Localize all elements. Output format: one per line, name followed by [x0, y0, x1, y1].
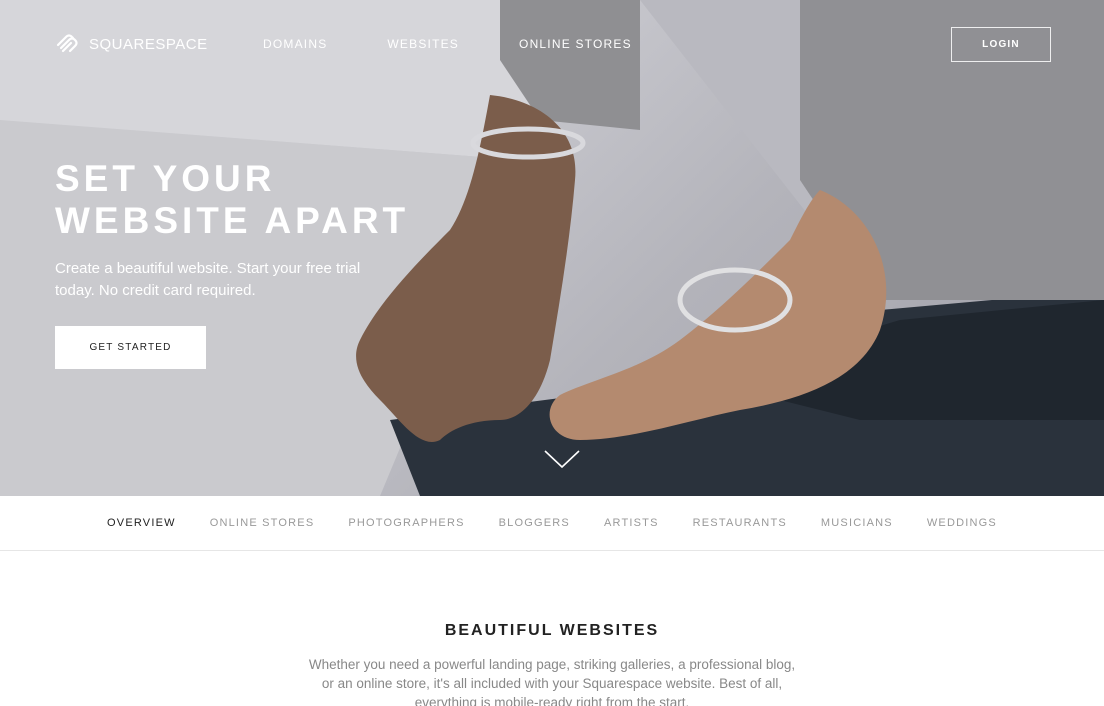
hero-subtitle: Create a beautiful website. Start your f… — [55, 260, 361, 299]
hero-section: SQUARESPACE DOMAINS WEBSITES ONLINE STOR… — [0, 0, 1104, 496]
section-body: Whether you need a powerful landing page… — [308, 657, 796, 706]
main-nav: DOMAINS WEBSITES ONLINE STORES — [263, 37, 692, 51]
squarespace-logo-icon — [56, 34, 78, 53]
brand-name: SQUARESPACE — [89, 35, 208, 53]
hero-title: SET YOUR WEBSITE APART — [55, 158, 475, 242]
tab-bloggers[interactable]: BLOGGERS — [499, 517, 570, 529]
tab-artists[interactable]: ARTISTS — [604, 517, 659, 529]
category-tabs: OVERVIEW ONLINE STORES PHOTOGRAPHERS BLO… — [0, 496, 1104, 551]
nav-item-domains[interactable]: DOMAINS — [263, 37, 327, 51]
login-button[interactable]: LOGIN — [951, 27, 1051, 62]
hero-background-photo — [0, 0, 1104, 496]
get-started-button[interactable]: GET STARTED — [55, 326, 206, 369]
tab-photographers[interactable]: PHOTOGRAPHERS — [348, 517, 464, 529]
tab-musicians[interactable]: MUSICIANS — [821, 517, 893, 529]
tab-overview[interactable]: OVERVIEW — [107, 517, 176, 529]
hero-title-line1: SET YOUR — [55, 158, 276, 199]
nav-item-websites[interactable]: WEBSITES — [387, 37, 459, 51]
tab-weddings[interactable]: WEDDINGS — [927, 517, 997, 529]
tab-restaurants[interactable]: RESTAURANTS — [693, 517, 787, 529]
chevron-down-icon[interactable] — [543, 448, 581, 470]
hero-title-line2: WEBSITE APART — [55, 200, 410, 241]
section-title: BEAUTIFUL WEBSITES — [444, 622, 660, 639]
nav-item-online-stores[interactable]: ONLINE STORES — [519, 37, 632, 51]
tab-online-stores[interactable]: ONLINE STORES — [210, 517, 315, 529]
brand-logo[interactable]: SQUARESPACE — [55, 33, 208, 55]
